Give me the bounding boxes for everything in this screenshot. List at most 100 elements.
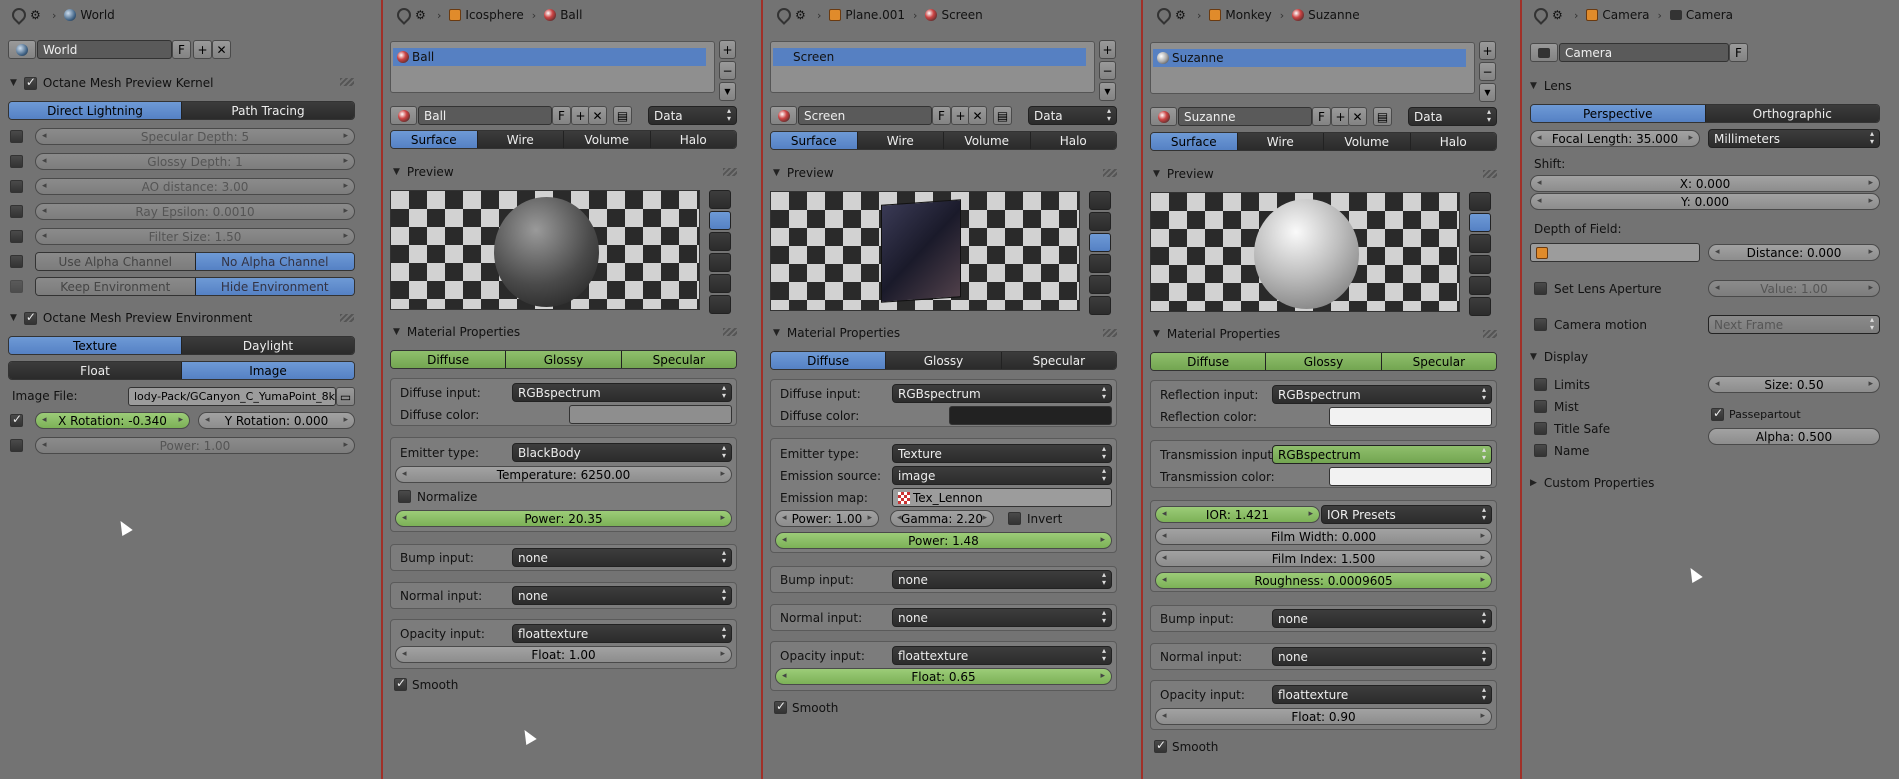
tab-use-alpha[interactable]: Use Alpha Channel (36, 253, 196, 270)
material-name-field[interactable]: Ball (418, 106, 552, 125)
preview-hair-icon[interactable] (1089, 275, 1111, 294)
drag-grip-icon[interactable] (340, 78, 354, 86)
rotation-checkbox[interactable] (10, 412, 23, 427)
preview-flat-icon[interactable] (1089, 191, 1111, 210)
preview-sphere-icon[interactable] (709, 211, 731, 230)
tab-glossy[interactable]: Glossy (506, 351, 622, 368)
material-browse-button[interactable] (770, 106, 797, 125)
opacity-input-select[interactable]: floattexture (892, 646, 1112, 665)
tab-specular[interactable]: Specular (1381, 353, 1496, 370)
tab-texture[interactable]: Texture (9, 337, 182, 354)
normal-input-select[interactable]: none (892, 608, 1112, 627)
dof-object-field[interactable] (1530, 243, 1700, 262)
film-width-slider[interactable]: ◂ Film Width: 0.000 ▸ (1155, 528, 1492, 545)
link-data-select[interactable]: Data (648, 106, 737, 125)
opacity-float-slider[interactable]: ◂ Float: 1.00 ▸ (395, 646, 732, 663)
pin-icon[interactable] (394, 5, 414, 25)
preview-panel-header[interactable]: ▼ Preview (393, 162, 454, 182)
fake-user-button[interactable]: F (552, 106, 571, 125)
smooth-checkbox[interactable] (394, 676, 407, 691)
tab-wire[interactable]: Wire (857, 132, 944, 149)
material-properties-header[interactable]: ▼ Material Properties (1153, 324, 1280, 344)
passepartout-alpha-slider[interactable]: Alpha: 0.500 (1708, 428, 1880, 445)
browse-data-icon[interactable]: ▤ (1373, 107, 1392, 126)
browse-data-icon[interactable]: ▤ (993, 106, 1012, 125)
bump-input-select[interactable]: none (512, 548, 732, 567)
preview-flat-icon[interactable] (1469, 192, 1491, 211)
normal-input-select[interactable]: none (512, 586, 732, 605)
environment-checkbox[interactable] (10, 280, 23, 293)
tab-volume[interactable]: Volume (1324, 133, 1411, 150)
tab-orthographic[interactable]: Orthographic (1705, 105, 1879, 122)
tab-direct-lightning[interactable]: Direct Lightning (9, 102, 182, 119)
tab-wire[interactable]: Wire (1237, 133, 1324, 150)
tab-hide-environment[interactable]: Hide Environment (195, 278, 354, 295)
world-browse-button[interactable] (8, 40, 36, 59)
shift-y-slider[interactable]: ◂ Y: 0.000 ▸ (1530, 193, 1880, 210)
ior-presets-select[interactable]: IOR Presets (1321, 505, 1492, 524)
kernel-panel-header[interactable]: ▼ Octane Mesh Preview Kernel (10, 73, 213, 93)
preview-world-icon[interactable] (709, 295, 731, 314)
folder-icon[interactable]: ▭ (336, 387, 355, 406)
lens-panel-header[interactable]: ▼ Lens (1530, 76, 1572, 96)
preview-sphere-icon[interactable] (1469, 213, 1491, 232)
specular-depth-slider[interactable]: ◂ Specular Depth: 5 ▸ (35, 128, 355, 145)
material-name-field[interactable]: Suzanne (1178, 107, 1312, 126)
passepartout-checkbox[interactable] (1711, 406, 1724, 421)
tab-surface[interactable]: Surface (1151, 133, 1238, 150)
world-name-field[interactable]: World (37, 40, 172, 59)
material-browse-button[interactable] (1150, 107, 1177, 126)
transmission-color-swatch[interactable] (1329, 467, 1492, 486)
drag-grip-icon[interactable] (340, 314, 354, 322)
close-icon[interactable]: ✕ (212, 40, 231, 59)
alpha-channel-checkbox[interactable] (10, 255, 23, 268)
tab-specular[interactable]: Specular (1001, 352, 1116, 369)
tab-keep-environment[interactable]: Keep Environment (36, 278, 196, 295)
link-data-select[interactable]: Data (1028, 106, 1117, 125)
material-properties-header[interactable]: ▼ Material Properties (393, 322, 520, 342)
glossy-depth-slider[interactable]: ◂ Glossy Depth: 1 ▸ (35, 153, 355, 170)
material-browse-button[interactable] (390, 106, 417, 125)
preview-world-icon[interactable] (1469, 297, 1491, 316)
filter-size-checkbox[interactable] (10, 230, 23, 243)
remove-slot-icon[interactable]: − (1479, 62, 1496, 81)
material-slot-item[interactable]: Screen (773, 48, 1086, 66)
preview-cube-icon[interactable] (1469, 234, 1491, 253)
opacity-float-slider[interactable]: ◂ Float: 0.65 ▸ (775, 668, 1112, 685)
material-name-field[interactable]: Screen (798, 106, 932, 125)
environment-panel-header[interactable]: ▼ Octane Mesh Preview Environment (10, 308, 252, 328)
tab-specular[interactable]: Specular (621, 351, 736, 368)
mist-checkbox[interactable] (1534, 400, 1547, 413)
fake-user-button[interactable]: F (1729, 43, 1748, 62)
fake-user-button[interactable]: F (932, 106, 951, 125)
tab-wire[interactable]: Wire (477, 131, 564, 148)
drag-grip-icon[interactable] (1483, 170, 1497, 178)
preview-panel-header[interactable]: ▼ Preview (1153, 164, 1214, 184)
image-file-field[interactable]: lody-Pack/GCanyon_C_YumaPoint_8k.jpg (128, 387, 336, 406)
bump-input-select[interactable]: none (1272, 609, 1492, 628)
normalize-checkbox[interactable] (398, 490, 411, 503)
drag-grip-icon[interactable] (1483, 330, 1497, 338)
preview-monkey-icon[interactable] (709, 253, 731, 272)
specular-depth-checkbox[interactable] (10, 130, 23, 143)
power-checkbox[interactable] (10, 439, 23, 452)
diffuse-color-swatch[interactable] (569, 405, 732, 424)
add-slot-icon[interactable]: + (1479, 41, 1496, 60)
preview-hair-icon[interactable] (1469, 276, 1491, 295)
diffuse-input-select[interactable]: RGBspectrum (512, 383, 732, 402)
link-data-select[interactable]: Data (1408, 107, 1497, 126)
reflection-input-select[interactable]: RGBspectrum (1272, 385, 1492, 404)
close-icon[interactable]: ✕ (588, 106, 607, 125)
preview-monkey-icon[interactable] (1469, 255, 1491, 274)
tab-halo[interactable]: Halo (1030, 132, 1116, 149)
tab-diffuse[interactable]: Diffuse (391, 351, 507, 368)
tab-float[interactable]: Float (9, 362, 182, 379)
aperture-value-slider[interactable]: ◂ Value: 1.00 ▸ (1708, 280, 1880, 297)
power-slider[interactable]: ◂ Power: 20.35 ▸ (395, 510, 732, 527)
ao-distance-slider[interactable]: ◂ AO distance: 3.00 ▸ (35, 178, 355, 195)
tab-glossy[interactable]: Glossy (886, 352, 1002, 369)
environment-enable-checkbox[interactable] (23, 310, 37, 325)
preview-world-icon[interactable] (1089, 296, 1111, 315)
preview-monkey-icon[interactable] (1089, 254, 1111, 273)
name-checkbox[interactable] (1534, 444, 1547, 457)
